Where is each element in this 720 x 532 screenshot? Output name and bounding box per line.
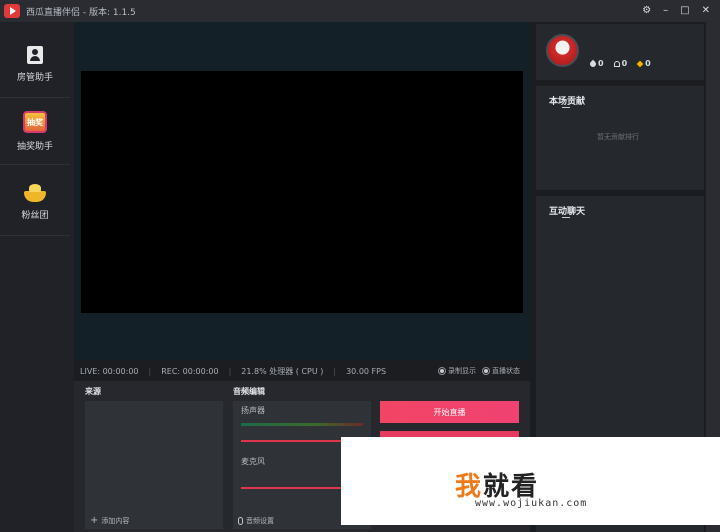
maximize-button[interactable]: □ — [680, 6, 689, 16]
watermark-url: www.wojiukan.com — [475, 498, 588, 509]
tab-underline — [562, 217, 570, 218]
sidebar-item-lottery[interactable]: 抽奖 抽奖助手 — [0, 99, 70, 165]
status-toggles: 录制显示 直播状态 — [438, 362, 520, 380]
window-controls: ⚙ – □ ✕ — [642, 0, 710, 22]
speaker-label: 扬声器 — [241, 406, 265, 415]
speaker-level-meter — [241, 423, 363, 426]
rec-timer: REC: 00:00:00 — [161, 366, 219, 376]
chat-title: 互动聊天 — [549, 207, 586, 217]
tab-underline — [562, 107, 570, 108]
plus-icon: + — [90, 515, 99, 526]
mic-volume-slider[interactable] — [241, 487, 341, 489]
fan-club-icon — [22, 184, 48, 202]
sidebar-item-label: 房管助手 — [16, 73, 53, 83]
sidebar-item-label: 粉丝团 — [21, 211, 49, 221]
settings-icon[interactable]: ⚙ — [642, 6, 651, 16]
status-bar: LIVE: 00:00:00 | REC: 00:00:00 | 21.8% 处… — [74, 362, 530, 380]
sidebar-item-room-admin[interactable]: 房管助手 — [0, 32, 70, 98]
sidebar-item-label: 抽奖助手 — [16, 142, 53, 152]
add-source-label: 添加内容 — [101, 517, 130, 525]
audio-settings-label: 音频设置 — [246, 517, 274, 525]
minimize-button[interactable]: – — [663, 6, 668, 16]
radio-icon — [438, 367, 446, 375]
fps-readout: 30.00 FPS — [346, 366, 387, 376]
gem-icon — [636, 60, 644, 67]
mic-label: 麦克风 — [241, 457, 265, 466]
start-live-button[interactable]: 开始直播 — [380, 401, 519, 423]
contribution-empty-note: 暂无贡献排行 — [597, 133, 639, 141]
lottery-icon: 抽奖 — [23, 111, 47, 133]
fire-icon — [588, 59, 598, 68]
audio-title: 音频编辑 — [233, 387, 265, 396]
microphone-icon — [238, 517, 243, 525]
fans-stat: 0 — [613, 59, 627, 68]
live-timer: LIVE: 00:00:00 — [80, 366, 139, 376]
radio-icon — [482, 367, 490, 375]
admin-icon — [27, 46, 43, 64]
left-sidebar: 房管助手 抽奖 抽奖助手 粉丝团 — [0, 22, 74, 532]
live-preview-canvas[interactable] — [81, 71, 523, 313]
cpu-usage: 21.8% 处理器 ( CPU ) — [241, 366, 324, 376]
fire-stat: 0 — [588, 59, 604, 68]
audio-settings-button[interactable]: 音频设置 — [238, 516, 274, 526]
window-title: 西瓜直播伴侣 - 版本: 1.1.5 — [26, 7, 136, 18]
add-source-button[interactable]: + 添加内容 — [90, 516, 129, 526]
title-bar: 西瓜直播伴侣 - 版本: 1.1.5 ⚙ – □ ✕ — [0, 0, 720, 22]
live-status-toggle[interactable]: 直播状态 — [482, 366, 520, 376]
gems-stat: 0 — [636, 59, 651, 68]
source-list[interactable] — [85, 401, 223, 529]
contribution-title: 本场贡献 — [549, 97, 586, 107]
record-display-toggle[interactable]: 录制显示 — [438, 366, 476, 376]
fans-icon — [613, 60, 620, 67]
app-logo-icon — [4, 4, 20, 18]
profile-stats: 0 0 0 — [588, 59, 651, 68]
avatar[interactable] — [546, 34, 579, 67]
source-title: 来源 — [85, 387, 101, 396]
sidebar-item-fan-club[interactable]: 粉丝团 — [0, 170, 70, 236]
close-button[interactable]: ✕ — [702, 6, 710, 16]
